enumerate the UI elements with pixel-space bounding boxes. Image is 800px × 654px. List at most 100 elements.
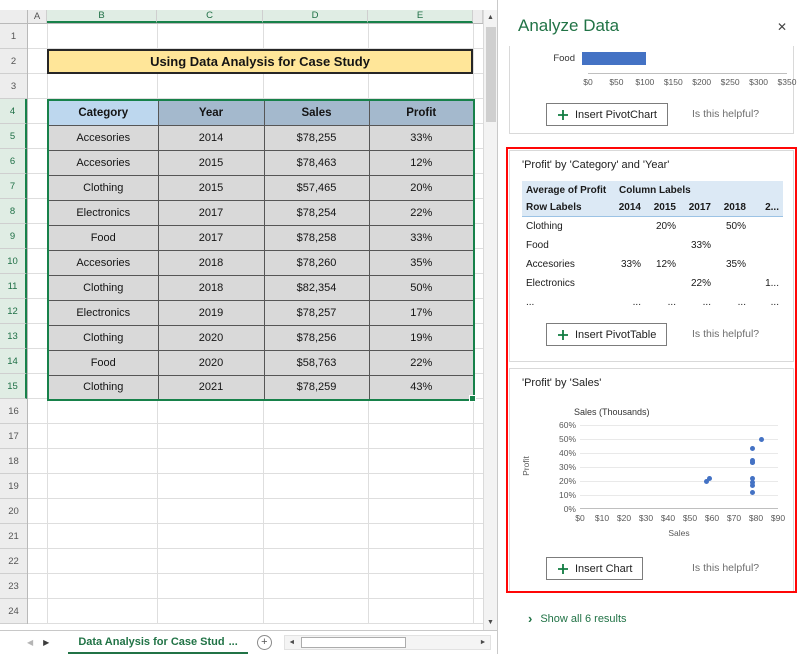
case-cell[interactable]: Accesories bbox=[48, 250, 158, 275]
row-header-11[interactable]: 11 bbox=[0, 274, 27, 299]
column-header-B[interactable]: B bbox=[47, 10, 157, 23]
case-cell[interactable]: 2021 bbox=[158, 375, 264, 400]
row-header-22[interactable]: 22 bbox=[0, 549, 27, 574]
case-cell[interactable]: 22% bbox=[369, 200, 474, 225]
case-cell[interactable]: Clothing bbox=[48, 275, 158, 300]
row-header-23[interactable]: 23 bbox=[0, 574, 27, 599]
case-cell[interactable]: Electronics bbox=[48, 300, 158, 325]
insert-pivotchart-button[interactable]: Insert PivotChart bbox=[546, 103, 668, 126]
row-header-18[interactable]: 18 bbox=[0, 449, 27, 474]
sheet-tab[interactable]: Data Analysis for Case Stud ... bbox=[68, 631, 247, 654]
case-cell[interactable]: $78,463 bbox=[264, 150, 369, 175]
case-header-category[interactable]: Category bbox=[48, 100, 158, 125]
add-sheet-button[interactable]: + bbox=[257, 635, 272, 650]
row-header-5[interactable]: 5 bbox=[0, 124, 27, 149]
select-all-corner[interactable] bbox=[0, 10, 28, 24]
row-header-4[interactable]: 4 bbox=[0, 99, 27, 124]
case-cell[interactable]: Electronics bbox=[48, 200, 158, 225]
row-header-20[interactable]: 20 bbox=[0, 499, 27, 524]
row-header-10[interactable]: 10 bbox=[0, 249, 27, 274]
row-header-13[interactable]: 13 bbox=[0, 324, 27, 349]
case-cell[interactable]: 2015 bbox=[158, 175, 264, 200]
row-header-6[interactable]: 6 bbox=[0, 149, 27, 174]
column-header-A[interactable]: A bbox=[28, 10, 47, 23]
scroll-down-icon[interactable]: ▼ bbox=[484, 615, 497, 630]
row-header-14[interactable]: 14 bbox=[0, 349, 27, 374]
case-cell[interactable]: $78,255 bbox=[264, 125, 369, 150]
case-cell[interactable]: 19% bbox=[369, 325, 474, 350]
title-banner-cell[interactable]: Using Data Analysis for Case Study bbox=[47, 49, 473, 74]
case-cell[interactable]: 2019 bbox=[158, 300, 264, 325]
case-cell[interactable]: Clothing bbox=[48, 375, 158, 400]
case-cell[interactable]: Food bbox=[48, 350, 158, 375]
scroll-right-icon[interactable]: ► bbox=[476, 639, 490, 646]
sheet-grid[interactable]: Using Data Analysis for Case Study Categ… bbox=[28, 24, 483, 624]
row-header-2[interactable]: 2 bbox=[0, 49, 27, 74]
case-cell[interactable]: $78,257 bbox=[264, 300, 369, 325]
row-header-9[interactable]: 9 bbox=[0, 224, 27, 249]
helpful-link[interactable]: Is this helpful? bbox=[692, 108, 759, 120]
case-cell[interactable]: 2017 bbox=[158, 200, 264, 225]
case-cell[interactable]: 2020 bbox=[158, 325, 264, 350]
case-cell[interactable]: 12% bbox=[369, 150, 474, 175]
case-cell[interactable]: 2018 bbox=[158, 275, 264, 300]
case-cell[interactable]: 2020 bbox=[158, 350, 264, 375]
case-cell[interactable]: 2015 bbox=[158, 150, 264, 175]
case-cell[interactable]: 2018 bbox=[158, 250, 264, 275]
row-header-16[interactable]: 16 bbox=[0, 399, 27, 424]
vertical-scrollbar[interactable]: ▲ ▼ bbox=[483, 10, 497, 630]
row-header-19[interactable]: 19 bbox=[0, 474, 27, 499]
scroll-left-icon[interactable]: ◄ bbox=[285, 639, 299, 646]
case-cell[interactable]: Food bbox=[48, 225, 158, 250]
close-icon[interactable]: ✕ bbox=[777, 20, 787, 34]
case-cell[interactable]: Accesories bbox=[48, 125, 158, 150]
row-header-1[interactable]: 1 bbox=[0, 24, 27, 49]
case-cell[interactable]: 2014 bbox=[158, 125, 264, 150]
case-cell[interactable]: $78,256 bbox=[264, 325, 369, 350]
row-header-24[interactable]: 24 bbox=[0, 599, 27, 624]
case-cell[interactable]: 17% bbox=[369, 300, 474, 325]
case-header-profit[interactable]: Profit bbox=[369, 100, 474, 125]
case-cell[interactable]: 43% bbox=[369, 375, 474, 400]
case-header-year[interactable]: Year bbox=[158, 100, 264, 125]
case-cell[interactable]: Clothing bbox=[48, 325, 158, 350]
next-sheet-icon[interactable]: ▶ bbox=[38, 638, 54, 647]
case-cell[interactable]: $57,465 bbox=[264, 175, 369, 200]
case-cell[interactable]: 22% bbox=[369, 350, 474, 375]
show-all-results-link[interactable]: › Show all 6 results bbox=[528, 612, 627, 625]
vertical-scroll-thumb[interactable] bbox=[486, 27, 496, 122]
row-header-15[interactable]: 15 bbox=[0, 374, 27, 399]
case-cell[interactable]: 2017 bbox=[158, 225, 264, 250]
case-cell[interactable]: $58,763 bbox=[264, 350, 369, 375]
case-header-sales[interactable]: Sales bbox=[264, 100, 369, 125]
case-cell[interactable]: Accesories bbox=[48, 150, 158, 175]
case-cell[interactable]: 33% bbox=[369, 225, 474, 250]
prev-sheet-icon[interactable]: ◀ bbox=[22, 638, 38, 647]
case-cell[interactable]: Clothing bbox=[48, 175, 158, 200]
row-header-8[interactable]: 8 bbox=[0, 199, 27, 224]
row-header-12[interactable]: 12 bbox=[0, 299, 27, 324]
case-cell[interactable]: 50% bbox=[369, 275, 474, 300]
row-header-17[interactable]: 17 bbox=[0, 424, 27, 449]
column-header-E[interactable]: E bbox=[368, 10, 473, 23]
insert-pivottable-button[interactable]: Insert PivotTable bbox=[546, 323, 667, 346]
scroll-up-icon[interactable]: ▲ bbox=[484, 10, 497, 25]
column-header-partial[interactable] bbox=[473, 10, 483, 23]
case-cell[interactable]: $78,260 bbox=[264, 250, 369, 275]
case-cell[interactable]: 33% bbox=[369, 125, 474, 150]
column-header-C[interactable]: C bbox=[157, 10, 263, 23]
helpful-link[interactable]: Is this helpful? bbox=[692, 562, 759, 574]
row-header-3[interactable]: 3 bbox=[0, 74, 27, 99]
fill-handle[interactable] bbox=[469, 395, 476, 402]
case-cell[interactable]: $82,354 bbox=[264, 275, 369, 300]
case-cell[interactable]: 35% bbox=[369, 250, 474, 275]
horizontal-scrollbar[interactable]: ◄ ► bbox=[284, 635, 491, 650]
helpful-link[interactable]: Is this helpful? bbox=[692, 328, 759, 340]
row-header-7[interactable]: 7 bbox=[0, 174, 27, 199]
row-header-21[interactable]: 21 bbox=[0, 524, 27, 549]
insert-chart-button[interactable]: Insert Chart bbox=[546, 557, 643, 580]
column-header-D[interactable]: D bbox=[263, 10, 368, 23]
case-cell[interactable]: $78,258 bbox=[264, 225, 369, 250]
horizontal-scroll-thumb[interactable] bbox=[301, 637, 406, 648]
case-cell[interactable]: $78,254 bbox=[264, 200, 369, 225]
